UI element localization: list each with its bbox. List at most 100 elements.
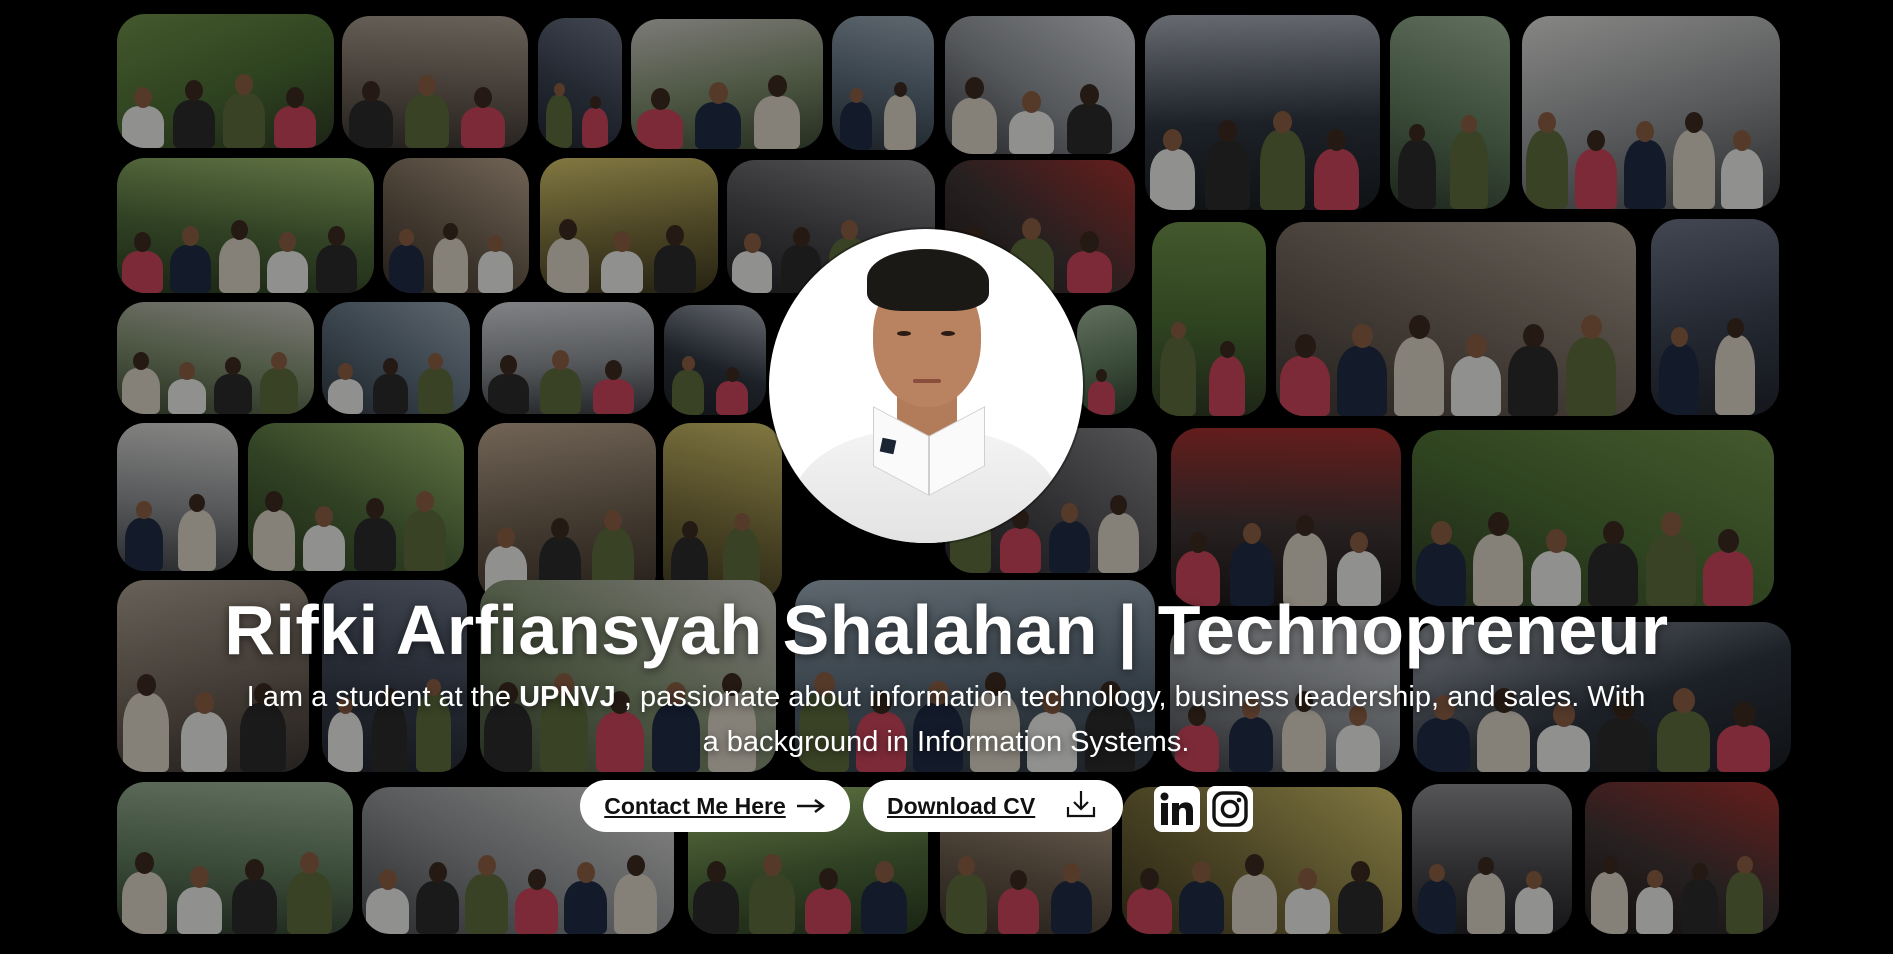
collage-person-head bbox=[428, 353, 443, 370]
instagram-icon[interactable] bbox=[1207, 786, 1253, 832]
collage-person bbox=[1624, 140, 1666, 209]
hero-desc-before: I am a student at the bbox=[246, 681, 512, 713]
collage-person bbox=[219, 238, 260, 293]
collage-person-head bbox=[1022, 91, 1041, 113]
portrait-badge bbox=[879, 437, 897, 455]
collage-photo bbox=[342, 16, 528, 148]
collage-person-head bbox=[286, 87, 304, 108]
collage-person bbox=[754, 96, 800, 149]
collage-person-head bbox=[875, 861, 894, 883]
collage-person-head bbox=[627, 855, 645, 876]
collage-person bbox=[373, 374, 408, 414]
collage-person-head bbox=[1603, 521, 1624, 545]
collage-person-head bbox=[279, 232, 296, 252]
collage-person bbox=[1636, 887, 1673, 934]
collage-person-head bbox=[315, 506, 333, 527]
collage-person bbox=[1232, 874, 1277, 934]
collage-person-head bbox=[965, 77, 984, 99]
collage-person-head bbox=[1488, 512, 1509, 536]
collage-person-head bbox=[604, 510, 622, 531]
collage-person-head bbox=[1409, 315, 1430, 339]
collage-person-head bbox=[1350, 532, 1368, 553]
collage-person-head bbox=[338, 363, 353, 380]
collage-photo bbox=[1585, 782, 1779, 934]
download-cv-button[interactable]: Download CV bbox=[863, 780, 1123, 832]
collage-person bbox=[223, 93, 265, 148]
collage-person-head bbox=[613, 231, 631, 252]
collage-person-head bbox=[734, 513, 750, 531]
collage-person bbox=[840, 102, 872, 150]
collage-person bbox=[287, 872, 332, 934]
collage-person-head bbox=[1466, 334, 1487, 358]
collage-person bbox=[465, 874, 508, 934]
collage-person-head bbox=[528, 869, 546, 890]
collage-person bbox=[123, 693, 169, 772]
collage-person-head bbox=[744, 233, 761, 253]
collage-person-head bbox=[300, 852, 319, 874]
collage-person-head bbox=[841, 220, 858, 240]
collage-person bbox=[732, 251, 772, 293]
collage-person-head bbox=[1431, 521, 1452, 545]
collage-photo bbox=[664, 305, 766, 415]
collage-person-head bbox=[651, 88, 670, 110]
collage-person-head bbox=[399, 229, 414, 246]
collage-photo bbox=[383, 158, 529, 293]
collage-photo bbox=[322, 302, 470, 414]
collage-photo bbox=[1077, 305, 1137, 415]
collage-person bbox=[1451, 356, 1501, 416]
collage-person bbox=[1179, 881, 1224, 934]
contact-button[interactable]: Contact Me Here bbox=[580, 780, 850, 832]
collage-person-head bbox=[500, 355, 517, 375]
collage-person-head bbox=[707, 861, 726, 883]
collage-person bbox=[540, 368, 581, 414]
portrait-eye-right bbox=[941, 331, 955, 336]
collage-person bbox=[601, 251, 643, 293]
collage-person bbox=[695, 102, 741, 149]
collage-person-head bbox=[1636, 121, 1654, 142]
collage-person-head bbox=[1163, 129, 1182, 151]
collage-person-head bbox=[1733, 702, 1755, 727]
collage-photo bbox=[117, 158, 374, 293]
hero-section: Rifki Arfiansyah Shalahan | Technopreneu… bbox=[0, 0, 1893, 954]
collage-person-head bbox=[443, 223, 458, 240]
collage-person bbox=[1515, 887, 1553, 934]
collage-person-head bbox=[1587, 130, 1605, 151]
collage-person-head bbox=[768, 75, 787, 97]
collage-person-head bbox=[478, 855, 496, 876]
collage-person-head bbox=[189, 494, 205, 512]
collage-person-head bbox=[429, 862, 447, 883]
collage-person bbox=[303, 525, 345, 571]
collage-person bbox=[260, 368, 298, 414]
collage-person-head bbox=[1523, 324, 1544, 348]
collage-person bbox=[593, 379, 634, 414]
linkedin-icon[interactable] bbox=[1154, 786, 1200, 832]
collage-person-head bbox=[134, 232, 151, 252]
collage-person bbox=[946, 874, 987, 934]
collage-person-head bbox=[726, 367, 739, 382]
collage-person bbox=[122, 251, 163, 293]
collage-person bbox=[1098, 513, 1139, 573]
collage-person-head bbox=[1351, 861, 1370, 883]
collage-person bbox=[267, 251, 308, 293]
collage-photo bbox=[117, 14, 334, 148]
collage-person bbox=[214, 374, 252, 414]
contact-button-label: Contact Me Here bbox=[604, 792, 786, 819]
collage-person-head bbox=[328, 226, 345, 246]
collage-photo bbox=[631, 19, 823, 149]
collage-person bbox=[637, 109, 683, 149]
collage-person bbox=[693, 881, 739, 934]
collage-person bbox=[884, 95, 916, 150]
collage-person-head bbox=[488, 235, 503, 252]
hero-desc-university: UPNVJ bbox=[519, 681, 616, 713]
collage-person bbox=[177, 887, 222, 934]
collage-person-head bbox=[1140, 868, 1159, 890]
collage-person-head bbox=[1189, 532, 1207, 553]
collage-photo bbox=[1522, 16, 1780, 209]
collage-person-head bbox=[136, 501, 152, 519]
collage-person bbox=[1659, 344, 1699, 415]
collage-person bbox=[1067, 251, 1112, 293]
collage-person bbox=[1160, 337, 1196, 416]
collage-person-head bbox=[1673, 688, 1695, 713]
collage-person-head bbox=[1727, 318, 1744, 338]
collage-person-head bbox=[1296, 515, 1314, 536]
